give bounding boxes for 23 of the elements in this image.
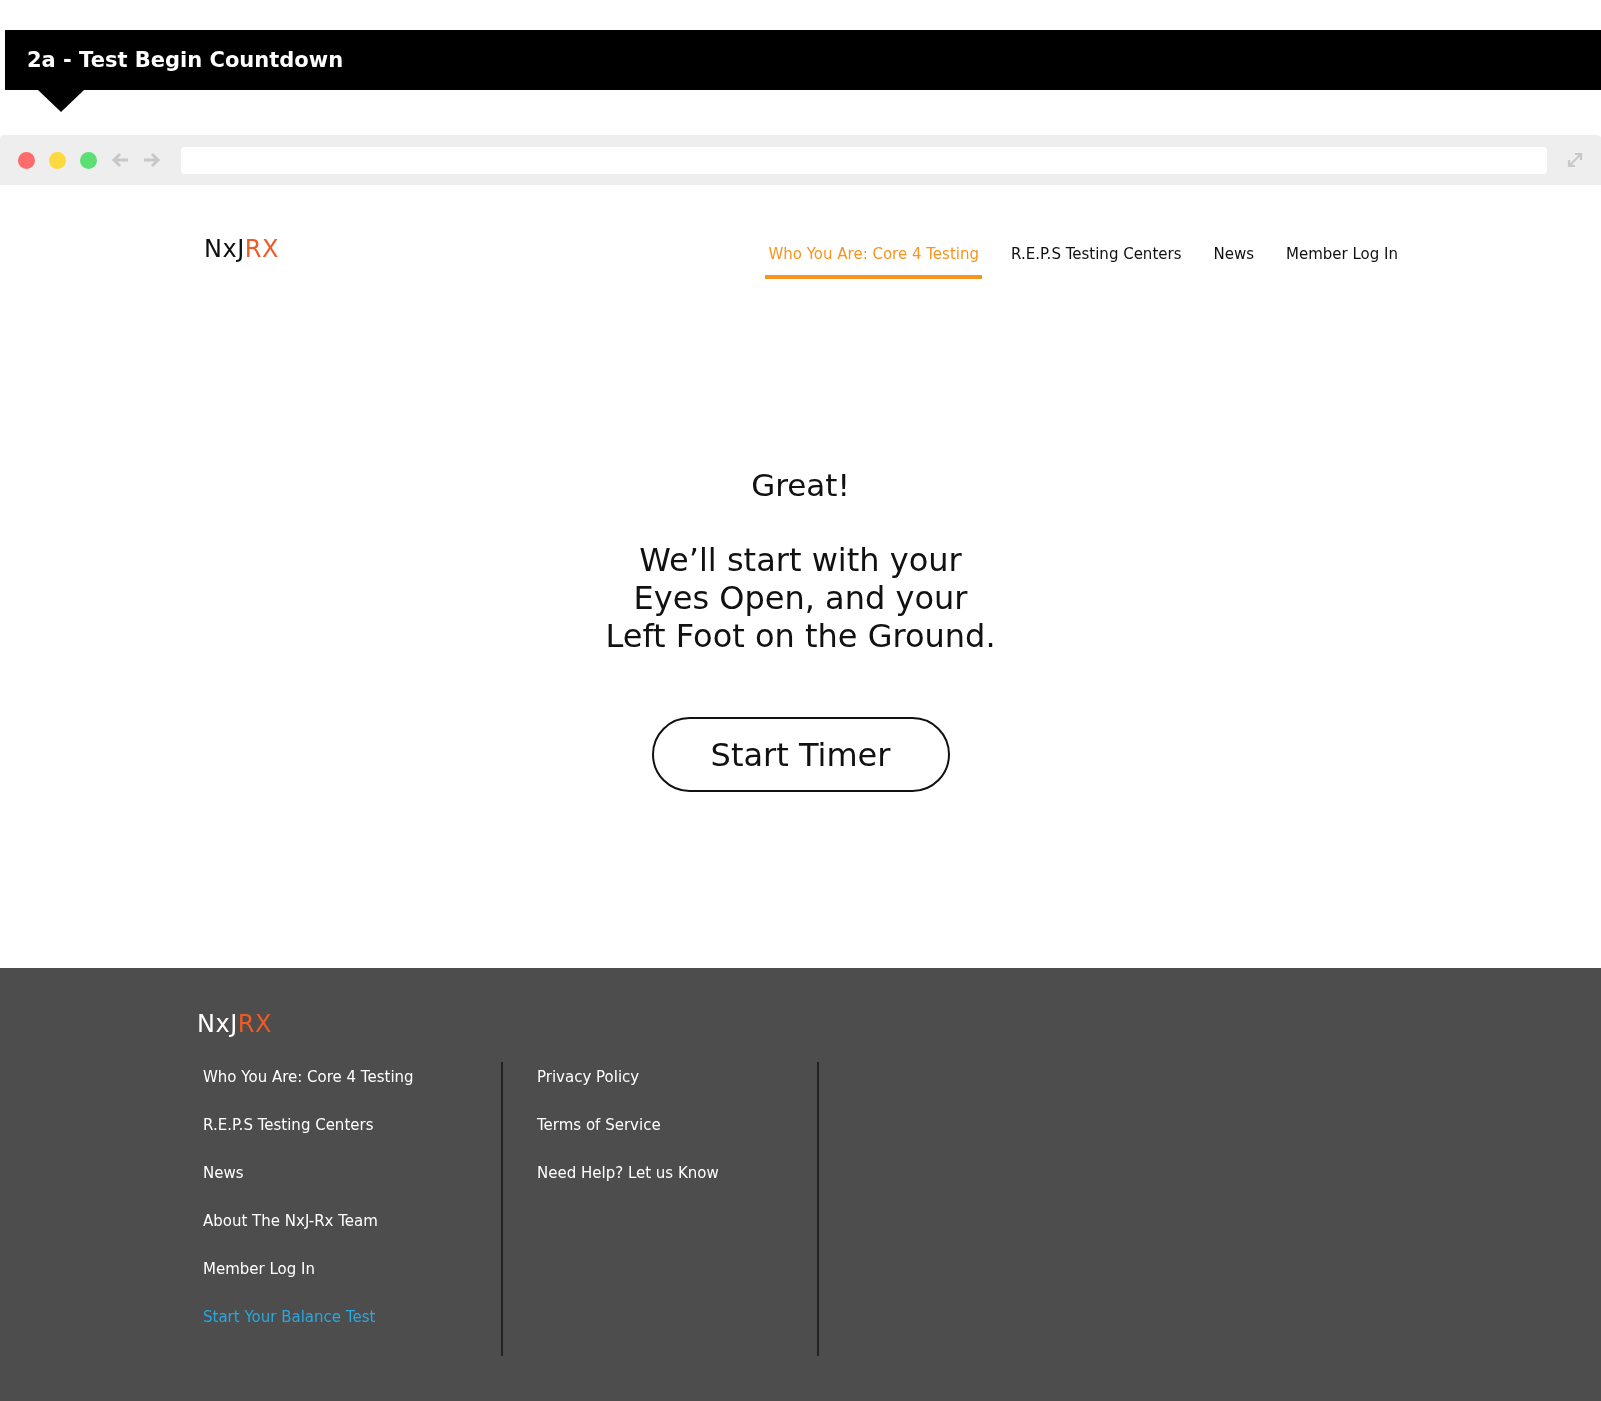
footer-link[interactable]: Privacy Policy [537, 1066, 817, 1089]
expand-icon[interactable] [1567, 152, 1583, 168]
footer-link[interactable]: News [203, 1162, 501, 1185]
footer-link[interactable]: Terms of Service [537, 1114, 817, 1137]
footer-link[interactable]: R.E.P.S Testing Centers [203, 1114, 501, 1137]
close-dot-icon[interactable] [18, 151, 35, 169]
logo[interactable]: NxJ RX [204, 235, 279, 263]
minimize-dot-icon[interactable] [49, 151, 66, 169]
instruction-text: We’ll start with your Eyes Open, and your Left Foot on the Ground. [605, 541, 996, 655]
nav-tab[interactable]: R.E.P.S Testing Centers [1008, 239, 1185, 279]
footer-link[interactable]: Need Help? Let us Know [537, 1162, 817, 1185]
footer-link[interactable]: About The NxJ-Rx Team [203, 1210, 501, 1233]
greeting-heading: Great! [751, 467, 850, 503]
start-timer-button[interactable]: Start Timer [651, 717, 950, 792]
footer-link[interactable]: Who You Are: Core 4 Testing [203, 1066, 501, 1089]
banner-title: 2a - Test Begin Countdown [27, 48, 344, 72]
footer-logo[interactable]: NxJ RX [197, 1010, 1601, 1038]
nav-tab[interactable]: News [1210, 239, 1258, 279]
nav-tab[interactable]: Member Log In [1283, 239, 1401, 279]
forward-arrow-icon[interactable] [143, 152, 161, 168]
footer-link[interactable]: Member Log In [203, 1258, 501, 1281]
back-arrow-icon[interactable] [111, 152, 129, 168]
maximize-dot-icon[interactable] [80, 151, 97, 169]
